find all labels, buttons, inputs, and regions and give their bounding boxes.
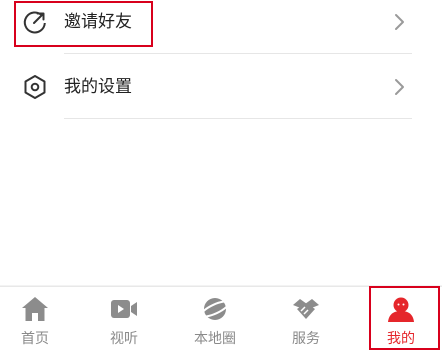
video-icon [111,300,137,318]
chevron-right-icon [395,14,404,30]
tab-home[interactable]: 首页 [0,287,79,351]
tab-mine-label: 我的 [387,331,415,347]
planet-icon [200,298,230,320]
tab-home-label: 首页 [21,331,49,347]
settings-hexagon-icon [24,75,46,99]
handshake-icon [293,299,319,319]
invite-friends-row[interactable]: 邀请好友 [0,0,442,47]
tab-video-label: 视听 [110,331,138,347]
invite-friends-label: 邀请好友 [64,12,132,32]
home-icon [22,297,48,321]
tab-video[interactable]: 视听 [80,287,168,351]
tab-service[interactable]: 服务 [262,287,350,351]
tab-local-circle[interactable]: 本地圈 [171,287,259,351]
tab-mine[interactable]: 我的 [357,287,442,351]
divider [64,118,412,119]
my-settings-row[interactable]: 我的设置 [0,62,442,112]
user-icon [388,297,414,322]
invite-share-icon [23,11,46,34]
bottom-tab-bar: 首页 视听 本地圈 服务 我的 [0,286,442,355]
chevron-right-icon [395,79,404,95]
tab-local-circle-label: 本地圈 [194,331,236,347]
divider [64,53,412,54]
tab-service-label: 服务 [292,331,320,347]
my-settings-label: 我的设置 [64,77,132,97]
